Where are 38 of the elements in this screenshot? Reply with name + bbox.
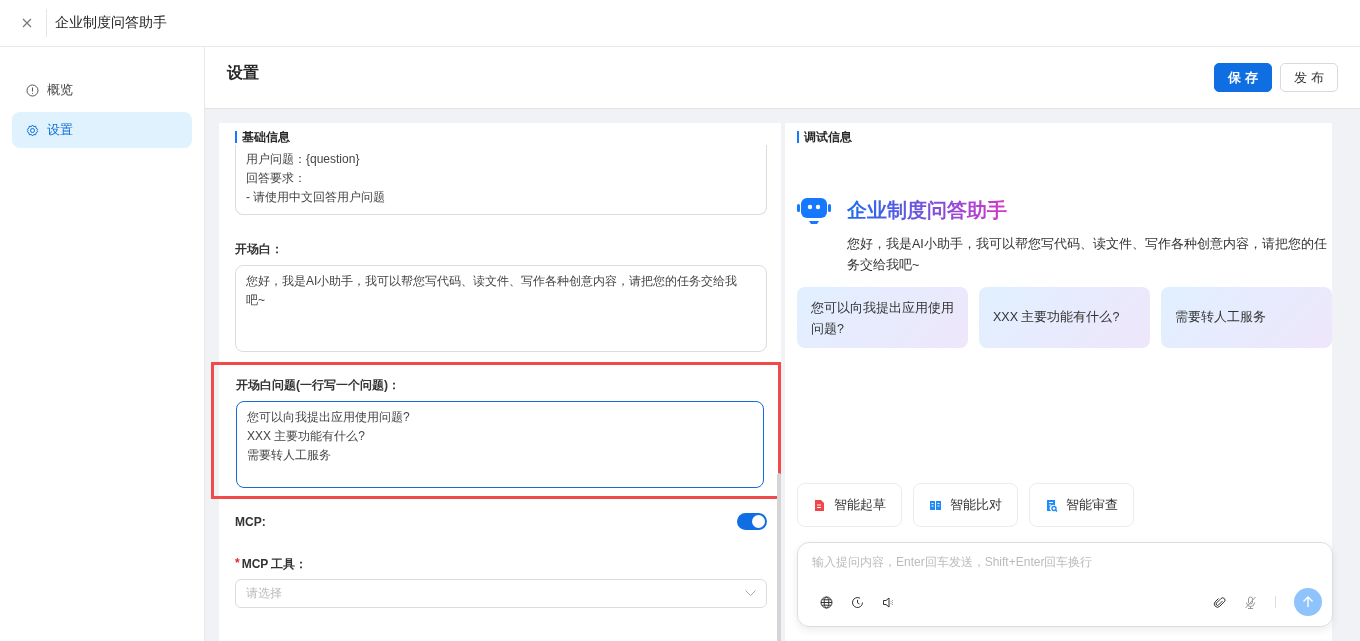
globe-icon[interactable] xyxy=(820,595,833,609)
info-icon xyxy=(26,83,39,97)
required-mark: * xyxy=(235,556,240,572)
field-label: MCP 工具： xyxy=(241,556,308,573)
section-title: 基础信息 xyxy=(235,131,767,143)
settings-icon xyxy=(26,123,39,137)
close-button[interactable] xyxy=(20,16,34,30)
paperclip-icon[interactable] xyxy=(1213,595,1226,609)
field-label: 开场白： xyxy=(235,241,284,258)
suggestion-card[interactable]: XXX 主要功能有什么? xyxy=(979,287,1150,348)
section-title: 调试信息 xyxy=(797,131,1332,143)
sidebar-item[interactable]: 设置 xyxy=(12,112,192,148)
assistant-name: 企业制度问答助手 xyxy=(847,196,1007,224)
chevron-down-icon xyxy=(745,590,756,597)
window-title: 企业制度问答助手 xyxy=(55,14,167,32)
questions-field[interactable]: 您可以向我提出应用使用问题? XXX 主要功能有什么? 需要转人工服务 xyxy=(236,401,764,488)
sidebar-item[interactable]: 概览 xyxy=(12,72,192,108)
field-label: 开场白问题(一行写一个问题)： xyxy=(236,377,401,394)
microphone-off-icon[interactable] xyxy=(1244,595,1257,609)
skill-button[interactable]: 智能比对 xyxy=(913,483,1018,527)
greeting-text: 您好，我是AI小助手，我可以帮您写代码、读文件、写作各种创意内容，请把您的任务交给我吧~ xyxy=(847,236,1328,274)
robot-icon xyxy=(797,195,831,225)
publish-button[interactable]: 发 布 xyxy=(1280,63,1338,92)
save-button[interactable]: 保 存 xyxy=(1214,63,1272,92)
prompt-field[interactable]: 用户问题：{question} 回答要求： - 请使用中文回答用户问题 xyxy=(235,145,767,215)
suggestion-card[interactable]: 您可以向我提出应用使用问题? xyxy=(797,287,968,348)
suggestion-card[interactable]: 需要转人工服务 xyxy=(1161,287,1332,348)
mcp-toggle[interactable] xyxy=(737,513,767,530)
speaker-icon[interactable] xyxy=(882,595,895,609)
scrollbar[interactable] xyxy=(777,473,781,641)
opening-field[interactable]: 您好，我是AI小助手，我可以帮您写代码、读文件、写作各种创意内容，请把您的任务交给我吧~ xyxy=(235,265,767,352)
history-icon[interactable] xyxy=(851,595,864,609)
page-title: 设置 xyxy=(227,63,260,83)
arrow-up-icon xyxy=(1302,596,1314,608)
skill-button[interactable]: 智能起草 xyxy=(797,483,902,527)
close-icon xyxy=(20,16,34,30)
skill-button[interactable]: 智能审查 xyxy=(1029,483,1134,527)
field-label: MCP: xyxy=(235,514,266,529)
